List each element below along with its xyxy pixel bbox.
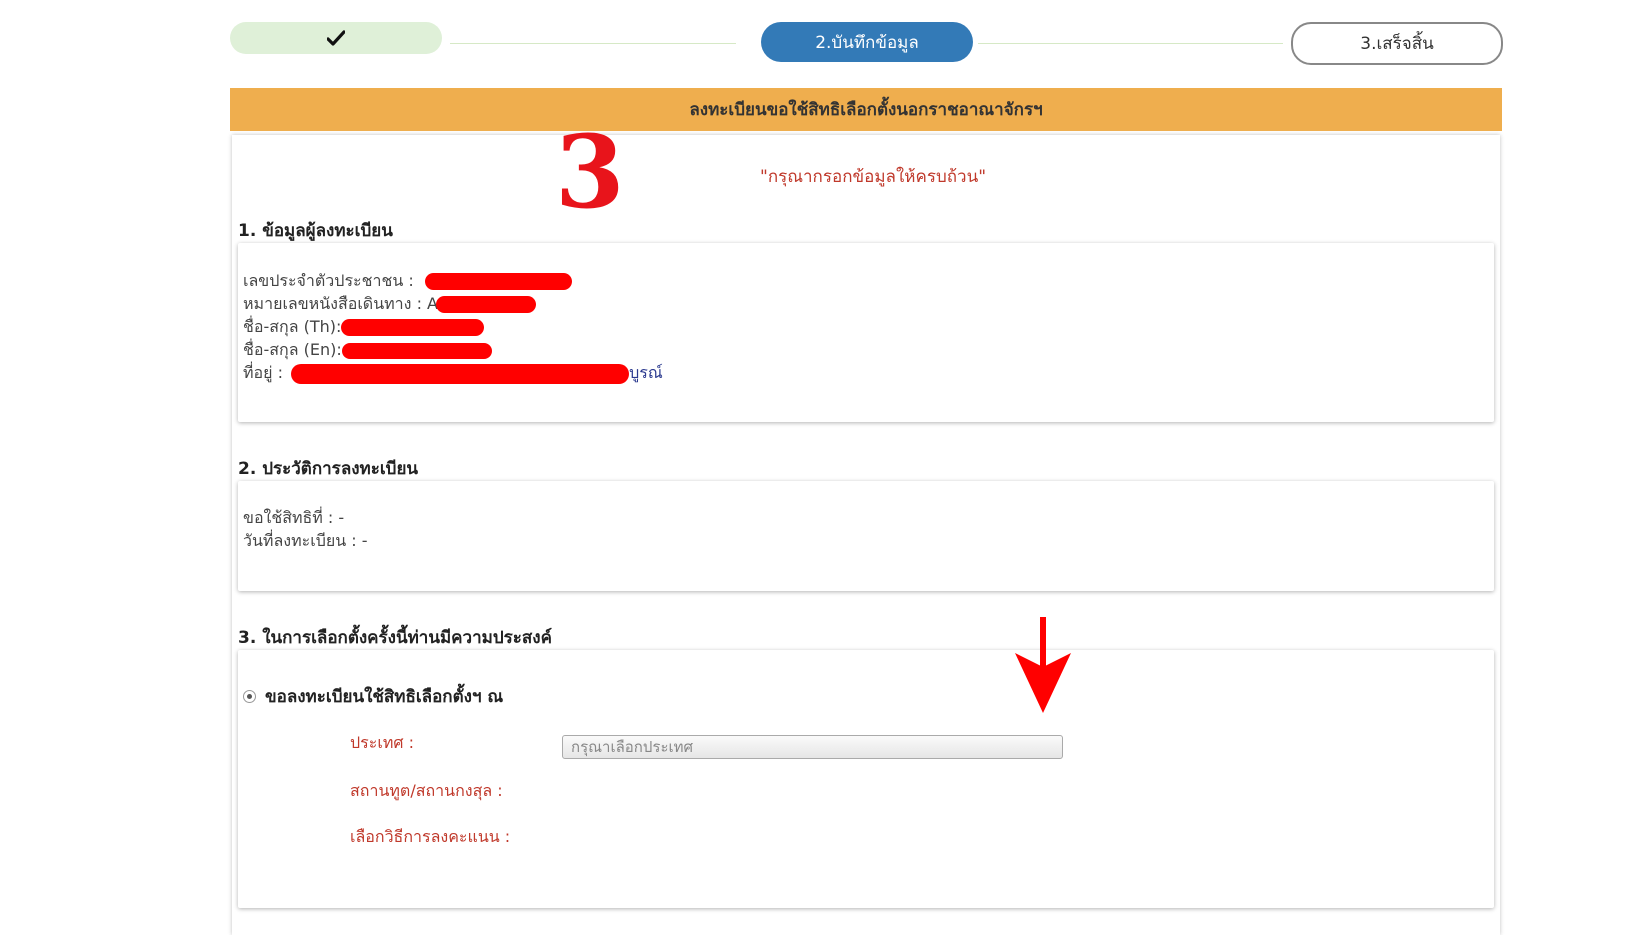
section-1-title: 1. ข้อมูลผู้ลงทะเบียน	[238, 221, 393, 241]
citizen-id-label: เลขประจำตัวประชาชน :	[243, 271, 414, 290]
voting-method-label: เลือกวิธีการลงคะแนน :	[350, 827, 511, 846]
section-3-title: 3. ในการเลือกตั้งครั้งนี้ท่านมีความประสง…	[238, 628, 552, 648]
registration-date-row: วันที่ลงทะเบียน : -	[243, 531, 368, 550]
step-3-finish[interactable]: 3.เสร็จสิ้น	[1291, 22, 1503, 65]
check-icon	[327, 30, 345, 46]
radio-button-selected[interactable]	[243, 690, 256, 703]
address-label: ที่อยู่ :	[243, 363, 284, 382]
name-th-row: ชื่อ-สกุล (Th):	[243, 315, 485, 338]
redacted-name-th	[341, 319, 485, 336]
address-visible-part: บูรณ์	[629, 363, 663, 382]
address-row: ที่อยู่ : บูรณ์	[243, 361, 663, 384]
redacted-passport	[435, 296, 536, 313]
name-th-label: ชื่อ-สกุล (Th):	[243, 317, 342, 336]
annotation-arrow-icon	[1015, 617, 1071, 713]
register-option[interactable]: ขอลงทะเบียนใช้สิทธิเลือกตั้งฯ ณ	[243, 683, 503, 710]
country-select[interactable]: กรุณาเลือกประเทศ	[562, 735, 1063, 759]
section-2-title: 2. ประวัติการลงทะเบียน	[238, 459, 419, 479]
step-2-record-data[interactable]: 2.บันทึกข้อมูล	[761, 22, 973, 62]
passport-label: หมายเลขหนังสือเดินทาง : A	[243, 294, 438, 313]
redacted-name-en	[341, 342, 492, 359]
right-number-row: ขอใช้สิทธิที่ : -	[243, 508, 345, 527]
registration-history-box	[238, 481, 1494, 591]
citizen-id-row: เลขประจำตัวประชาชน :	[243, 269, 572, 292]
redacted-address	[291, 363, 630, 384]
country-label: ประเทศ :	[350, 733, 414, 752]
redacted-citizen-id	[424, 273, 572, 290]
register-option-label: ขอลงทะเบียนใช้สิทธิเลือกตั้งฯ ณ	[265, 687, 504, 707]
stepper-connector	[450, 43, 736, 44]
name-en-row: ชื่อ-สกุล (En):	[243, 338, 492, 361]
stepper-connector	[978, 43, 1283, 44]
step-1-completed[interactable]	[230, 22, 442, 54]
passport-row: หมายเลขหนังสือเดินทาง : A	[243, 292, 536, 315]
name-en-label: ชื่อ-สกุล (En):	[243, 340, 342, 359]
page-title-banner: ลงทะเบียนขอใช้สิทธิเลือกตั้งนอกราชอาณาจั…	[230, 88, 1502, 131]
embassy-label: สถานทูต/สถานกงสุล :	[350, 781, 503, 800]
required-notice: "กรุณากรอกข้อมูลให้ครบถ้วน"	[760, 167, 987, 187]
annotation-step-number: 3	[555, 113, 625, 231]
